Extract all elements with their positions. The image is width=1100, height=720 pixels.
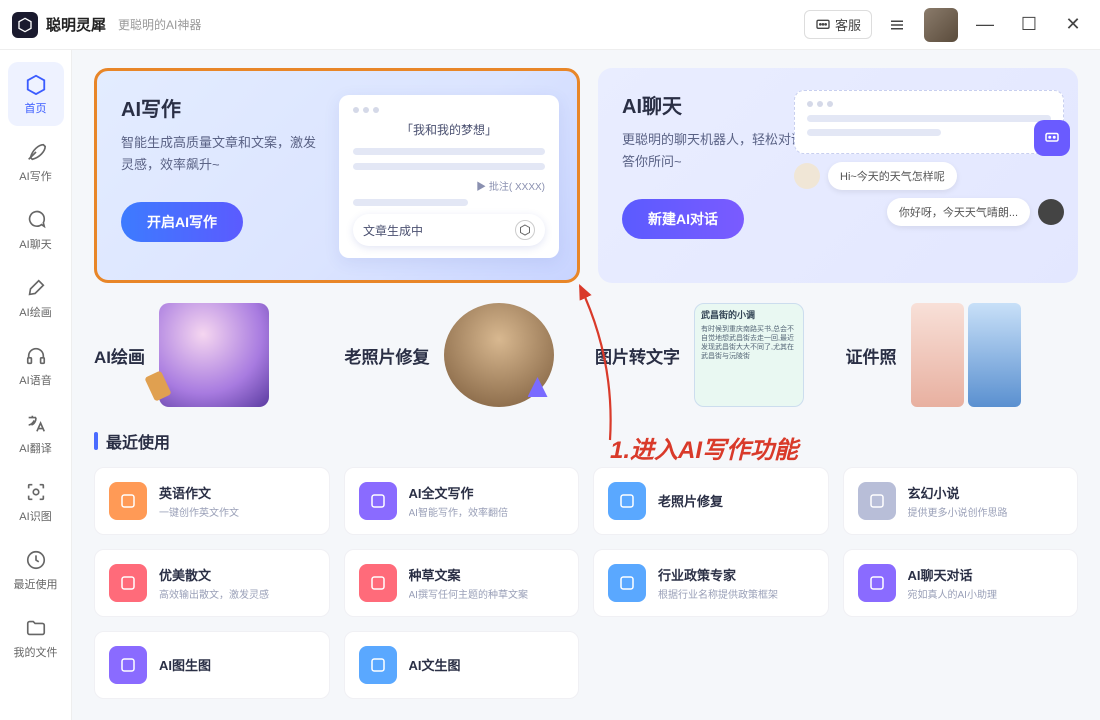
user-avatar[interactable] (924, 8, 958, 42)
recent-grid: 英语作文一键创作英文作文 AI全文写作 AI智能写作，效率翻倍 老照片修复 玄幻小说提供… (94, 467, 1078, 699)
recent-item[interactable]: AI图生图 (94, 631, 330, 699)
recent-item-title: AI图生图 (159, 655, 211, 674)
recent-item-icon (109, 646, 147, 684)
avatar-icon (794, 163, 820, 189)
recent-item-icon (109, 564, 147, 602)
recent-item-title: 老照片修复 (658, 491, 723, 510)
recent-item-desc: 高效输出散文，激发灵感 (159, 586, 269, 601)
app-logo-icon (12, 12, 38, 38)
sidebar-item-chat[interactable]: AI聊天 (8, 198, 64, 262)
sidebar-item-home[interactable]: 首页 (8, 62, 64, 126)
writing-demo-preview: 「我和我的梦想」 ▶ 批注( XXXX) 文章生成中 (339, 95, 559, 258)
recent-item-icon (858, 482, 896, 520)
hexagon-icon (1038, 199, 1064, 225)
hexagon-icon (515, 220, 535, 240)
folder-icon (24, 616, 48, 640)
brush-icon (24, 276, 48, 300)
recent-item-icon (109, 482, 147, 520)
feather-icon (24, 140, 48, 164)
recent-item-icon (858, 564, 896, 602)
recent-section-title: 最近使用 (94, 429, 1078, 453)
recent-item[interactable]: AI全文写作 AI智能写作，效率翻倍 (344, 467, 580, 535)
hero-writing-desc: 智能生成高质量文章和文案，激发灵感，效率飙升~ (121, 132, 321, 176)
recent-item[interactable]: 种草文案 AI撰写任何主题的种草文案 (344, 549, 580, 617)
recent-item[interactable]: 老照片修复 (593, 467, 829, 535)
recent-item-title: 玄幻小说 (908, 483, 1008, 502)
hamburger-icon (888, 16, 906, 34)
recent-item-title: 优美散文 (159, 565, 269, 584)
recent-item[interactable]: AI聊天对话宛如真人的AI小助理 (843, 549, 1079, 617)
scan-icon (24, 480, 48, 504)
ocr-preview-image: 武昌街的小调 有时候到重庆南路买书,总会不自觉地想武昌街去走一回,最近发现武昌街… (694, 303, 804, 407)
clock-icon (24, 548, 48, 572)
sidebar-item-voice[interactable]: AI语音 (8, 334, 64, 398)
app-slogan: 更聪明的AI神器 (118, 16, 201, 33)
titlebar: 聪明灵犀 更聪明的AI神器 客服 — ☐ ✕ (0, 0, 1100, 50)
translate-icon (24, 412, 48, 436)
hero-card-writing[interactable]: AI写作 智能生成高质量文章和文案，激发灵感，效率飙升~ 开启AI写作 AI 「… (94, 68, 580, 283)
hero-chat-desc: 更聪明的聊天机器人，轻松对话，答你所问~ (622, 129, 822, 173)
hero-card-chat[interactable]: AI聊天 更聪明的聊天机器人，轻松对话，答你所问~ 新建AI对话 Hi~今天的天… (598, 68, 1078, 283)
oldphoto-preview-image (444, 303, 554, 407)
home-icon (24, 72, 48, 96)
chat-bubble-icon (815, 17, 831, 33)
sidebar-item-translate[interactable]: AI翻译 (8, 402, 64, 466)
feature-tile-idphoto[interactable]: 证件照 (846, 303, 1079, 407)
maximize-button[interactable]: ☐ (1014, 10, 1044, 40)
paint-preview-image (159, 303, 269, 407)
feature-tile-oldphoto[interactable]: 老照片修复 (345, 303, 578, 407)
sidebar-item-writing[interactable]: AI写作 (8, 130, 64, 194)
sidebar-item-image-recognition[interactable]: AI识图 (8, 470, 64, 534)
sidebar-item-recent[interactable]: 最近使用 (8, 538, 64, 602)
chat-fab-icon (1034, 120, 1070, 156)
recent-item-desc: 一键创作英文作文 (159, 504, 239, 519)
recent-item-icon (608, 482, 646, 520)
recent-item-title: 英语作文 (159, 483, 239, 502)
recent-item[interactable]: 玄幻小说提供更多小说创作思路 (843, 467, 1079, 535)
close-button[interactable]: ✕ (1058, 10, 1088, 40)
chat-icon (24, 208, 48, 232)
recent-item-title: AI全文写作 (409, 483, 508, 502)
recent-item-desc: 根据行业名称提供政策框架 (658, 586, 778, 601)
main-content: AI写作 智能生成高质量文章和文案，激发灵感，效率飙升~ 开启AI写作 AI 「… (72, 50, 1100, 720)
sidebar: 首页 AI写作 AI聊天 AI绘画 AI语音 AI翻译 AI识图 最近使用 我的… (0, 50, 72, 720)
chat-demo-preview: Hi~今天的天气怎样呢 你好呀，今天天气晴朗... (794, 90, 1064, 226)
recent-item-desc: AI撰写任何主题的种草文案 (409, 586, 528, 601)
recent-item[interactable]: AI文生图 (344, 631, 580, 699)
recent-item-title: 行业政策专家 (658, 565, 778, 584)
recent-item-icon (359, 564, 397, 602)
new-chat-button[interactable]: 新建AI对话 (622, 199, 744, 239)
sidebar-item-paint[interactable]: AI绘画 (8, 266, 64, 330)
recent-item-title: AI聊天对话 (908, 565, 997, 584)
feature-tile-paint[interactable]: AI绘画 (94, 303, 327, 407)
start-writing-button[interactable]: 开启AI写作 (121, 202, 243, 242)
recent-item-icon (359, 482, 397, 520)
sidebar-item-files[interactable]: 我的文件 (8, 606, 64, 670)
recent-item-icon (608, 564, 646, 602)
recent-item-desc: 提供更多小说创作思路 (908, 504, 1008, 519)
recent-item-desc: AI智能写作，效率翻倍 (409, 504, 508, 519)
idphoto-preview-image (911, 303, 1021, 407)
app-title: 聪明灵犀 (46, 14, 106, 35)
recent-item[interactable]: 优美散文高效输出散文，激发灵感 (94, 549, 330, 617)
recent-item-icon (359, 646, 397, 684)
recent-item-title: 种草文案 (409, 565, 528, 584)
minimize-button[interactable]: — (970, 10, 1000, 40)
feature-tile-ocr[interactable]: 图片转文字 武昌街的小调 有时候到重庆南路买书,总会不自觉地想武昌街去走一回,最… (595, 303, 828, 407)
customer-service-button[interactable]: 客服 (804, 10, 872, 39)
recent-item-desc: 宛如真人的AI小助理 (908, 586, 997, 601)
recent-item[interactable]: 英语作文一键创作英文作文 (94, 467, 330, 535)
recent-item[interactable]: 行业政策专家根据行业名称提供政策框架 (593, 549, 829, 617)
recent-item-title: AI文生图 (409, 655, 461, 674)
hamburger-menu-button[interactable] (882, 10, 912, 40)
headphone-icon (24, 344, 48, 368)
